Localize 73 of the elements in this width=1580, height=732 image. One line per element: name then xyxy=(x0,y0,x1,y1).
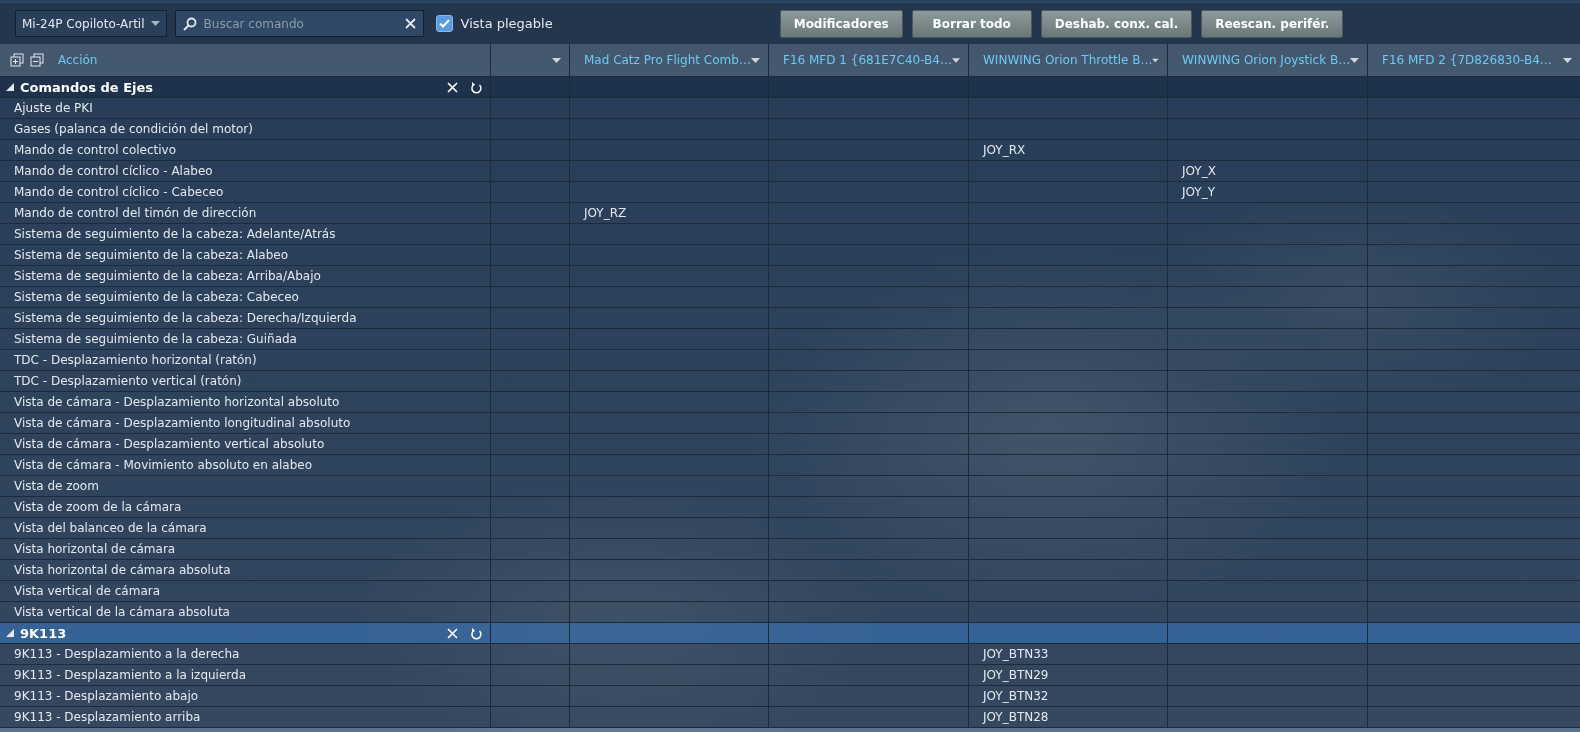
binding-value[interactable]: JOY_RZ xyxy=(584,206,627,220)
dropdown-caret-icon[interactable] xyxy=(1152,57,1159,63)
action-label: Sistema de seguimiento de la cabeza: Cabeceo xyxy=(14,290,299,304)
action-label: Vista vertical de cámara xyxy=(14,584,161,598)
action-label: 9K113 - Desplazamiento a la derecha xyxy=(14,647,240,661)
group-header-row[interactable]: 9K113 xyxy=(0,623,1580,644)
column-header[interactable]: Acción xyxy=(58,53,98,67)
binding-value[interactable]: JOY_Y xyxy=(1182,185,1215,199)
search-field[interactable]: Buscar comando xyxy=(174,10,424,37)
action-label: 9K113 - Desplazamiento a la izquierda xyxy=(14,668,246,682)
collapsible-view-label: Vista plegable xyxy=(460,16,553,31)
reset-icon[interactable] xyxy=(470,80,482,94)
action-label: Sistema de seguimiento de la cabeza: Derecha/Izquierda xyxy=(14,311,357,325)
group-title: Comandos de Ejes xyxy=(20,79,154,95)
group-header-row[interactable]: Comandos de Ejes xyxy=(0,77,1580,98)
action-label: 9K113 - Desplazamiento arriba xyxy=(14,710,201,724)
group-title: 9K113 xyxy=(20,625,67,641)
toolbar-button[interactable]: Borrar todo xyxy=(911,9,1032,38)
action-label: TDC - Desplazamiento horizontal (ratón) xyxy=(14,353,257,367)
dropdown-caret-icon[interactable] xyxy=(1563,57,1572,63)
dropdown-caret-icon[interactable] xyxy=(552,57,561,63)
action-label: Sistema de seguimiento de la cabeza: Arriba/Abajo xyxy=(14,269,321,283)
close-icon[interactable] xyxy=(447,627,458,639)
action-label: Sistema de seguimiento de la cabeza: Adelante/Atrás xyxy=(14,227,336,241)
toolbar-button[interactable]: Deshab. conx. cal. xyxy=(1040,9,1193,38)
action-label: TDC - Desplazamiento vertical (ratón) xyxy=(14,374,242,388)
action-label: Sistema de seguimiento de la cabeza: Alabeo xyxy=(14,248,289,262)
action-label: Mando de control colectivo xyxy=(14,143,177,157)
action-label: Vista vertical de la cámara absoluta xyxy=(14,605,230,619)
action-label: Vista de cámara - Movimiento absoluto en alabeo xyxy=(14,458,312,472)
column-header[interactable]: F16 MFD 1 {681E7C40-B4… xyxy=(783,53,952,67)
action-label: Mando de control cíclico - Cabeceo xyxy=(14,185,224,199)
close-icon[interactable] xyxy=(447,81,458,93)
column-header[interactable]: WINWING Orion Joystick B… xyxy=(1182,53,1351,67)
collapsible-view-checkbox[interactable] xyxy=(435,15,453,32)
action-label: Vista horizontal de cámara xyxy=(14,542,176,556)
action-label: Mando de control cíclico - Alabeo xyxy=(14,164,213,178)
caret-icon xyxy=(150,21,160,26)
binding-value[interactable]: JOY_RX xyxy=(983,143,1026,157)
action-label: Vista de cámara - Desplazamiento vertical absoluto xyxy=(14,437,325,451)
binding-value[interactable]: JOY_BTN33 xyxy=(983,647,1049,661)
action-label: Vista de zoom de la cámara xyxy=(14,500,182,514)
action-label: 9K113 - Desplazamiento abajo xyxy=(14,689,199,703)
dropdown-caret-icon[interactable] xyxy=(951,57,960,63)
action-label: Sistema de seguimiento de la cabeza: Guiñada xyxy=(14,332,297,346)
binding-value[interactable]: JOY_BTN32 xyxy=(983,689,1049,703)
column-header[interactable]: WINWING Orion Throttle B… xyxy=(983,53,1153,67)
expander-icon[interactable] xyxy=(6,629,14,637)
expand-all-icon[interactable] xyxy=(10,53,24,67)
action-label: Mando de control del timón de dirección xyxy=(14,206,257,220)
profile-dropdown[interactable]: Mi-24P Copiloto-Artil xyxy=(15,10,167,37)
reset-icon[interactable] xyxy=(470,626,482,640)
expander-icon[interactable] xyxy=(6,83,14,91)
dropdown-caret-icon[interactable] xyxy=(751,57,760,63)
action-label: Vista horizontal de cámara absoluta xyxy=(14,563,231,577)
action-label: Vista de cámara - Desplazamiento longitudinal absoluto xyxy=(14,416,351,430)
binding-value[interactable]: JOY_BTN29 xyxy=(983,668,1049,682)
toolbar-button[interactable]: Modificadores xyxy=(779,9,903,38)
binding-value[interactable]: JOY_X xyxy=(1182,164,1216,178)
collapse-all-icon[interactable] xyxy=(30,53,44,67)
toolbar-button[interactable]: Reescan. perifér. xyxy=(1201,9,1344,38)
clear-icon[interactable] xyxy=(404,18,416,29)
action-label: Vista de cámara - Desplazamiento horizontal absoluto xyxy=(14,395,340,409)
action-label: Vista del balanceo de la cámara xyxy=(14,521,207,535)
action-label: Ajuste de PKI xyxy=(14,101,93,115)
checkmark-icon xyxy=(438,19,450,28)
action-label: Vista de zoom xyxy=(14,479,99,493)
action-label: Gases (palanca de condición del motor) xyxy=(14,122,253,136)
column-header[interactable]: F16 MFD 2 {7D826830-B4… xyxy=(1382,53,1552,67)
search-icon xyxy=(182,17,197,31)
binding-value[interactable]: JOY_BTN28 xyxy=(983,710,1049,724)
column-header[interactable]: Mad Catz Pro Flight Comb… xyxy=(584,53,751,67)
dropdown-caret-icon[interactable] xyxy=(1350,57,1359,63)
